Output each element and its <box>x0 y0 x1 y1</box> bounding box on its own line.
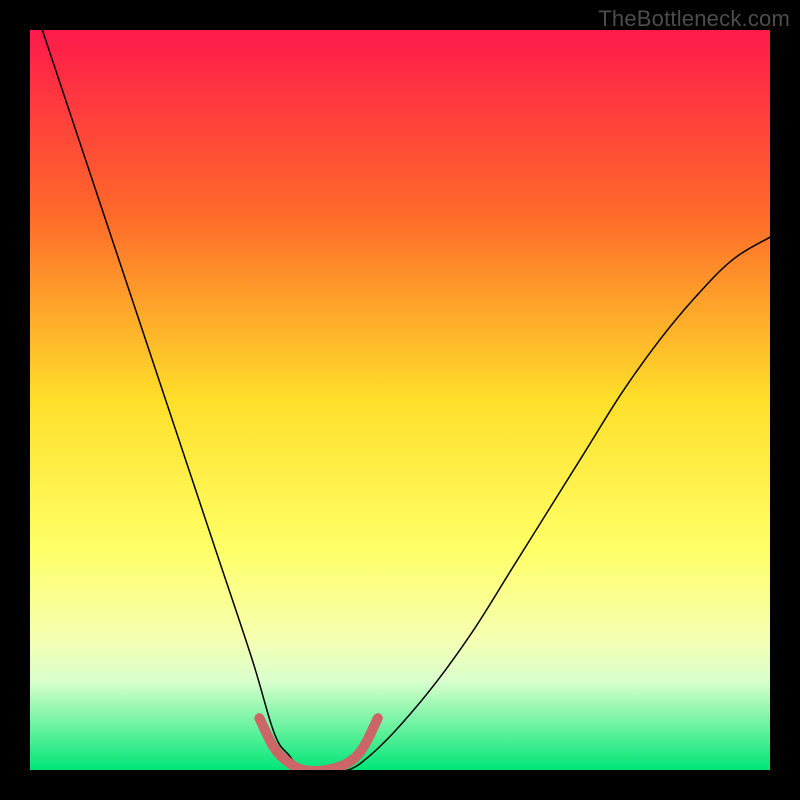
bottleneck-chart <box>30 30 770 770</box>
chart-frame <box>30 30 770 770</box>
watermark-text: TheBottleneck.com <box>598 6 790 32</box>
gradient-background <box>30 30 770 770</box>
